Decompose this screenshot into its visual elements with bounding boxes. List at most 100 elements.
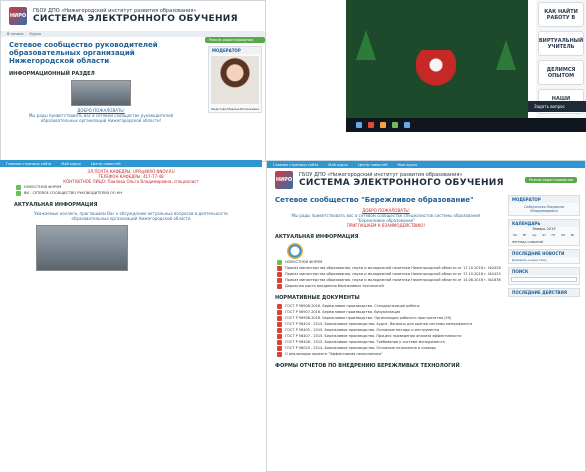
welcome-text-3: Мы рады приветствовать вас в сетевом соо… xyxy=(291,213,481,223)
contact-line: КОНТАКТНОЕ ЛИЦО: Павлова Ольга Владимиро… xyxy=(63,179,199,184)
pdf-icon xyxy=(277,284,282,289)
meeting-photo xyxy=(36,225,128,271)
top-nav-bar: Главная страница сайта Мой курсы Центр н… xyxy=(0,160,262,167)
search-block: ПОИСК xyxy=(508,267,580,285)
screenshot-lean-education: Главная страница сайта Мой курсы Центр н… xyxy=(266,160,586,472)
calendar-block: КАЛЕНДАРЬ Январь 2019 Пн Вт Ср Чт Пт Сб Вс ЛЕГ… xyxy=(508,219,580,246)
app-icon[interactable] xyxy=(392,122,398,128)
pdf-icon xyxy=(277,278,282,283)
community-link[interactable]: ВИ - СЕТЕВОЕ СООБЩЕСТВО РУКОВОДИТЕЛЕЙ ОО… xyxy=(16,191,256,196)
search-header: ПОИСК xyxy=(509,268,579,275)
calendar-grid: Пн Вт Ср Чт Пт Сб Вс xyxy=(509,231,579,239)
invite-text: ПРИГЛАШАЕМ К ВЗАИМОДЕЙСТВИЮ! xyxy=(346,223,426,228)
taskbar xyxy=(346,118,586,132)
edit-mode-button[interactable]: Режим редактирования xyxy=(205,37,265,43)
calendar-day-head: Вт xyxy=(522,233,527,237)
calendar-header: КАЛЕНДАРЬ xyxy=(509,220,579,227)
nav-courses[interactable]: Курсы xyxy=(30,32,41,36)
forum-icon-3 xyxy=(277,260,282,265)
browser-icon[interactable] xyxy=(368,122,374,128)
pdf-icon xyxy=(277,266,282,271)
forum-icon xyxy=(16,185,21,190)
find-job-button[interactable]: КАК НАЙТИ РАБОТУ В xyxy=(538,2,584,27)
calendar-day-head: Ср xyxy=(532,233,537,237)
norm-item[interactable]: ГОСТ Р 56907-2016. Бережливое производст… xyxy=(277,310,505,315)
nav-news-3[interactable]: Центр новостей xyxy=(358,163,388,167)
tree-right xyxy=(496,40,516,70)
pdf-icon xyxy=(277,334,282,339)
moderator-block: МОДЕРАТОР Федотова Марина Витальевна xyxy=(208,46,262,113)
calendar-day-head: Вс xyxy=(570,233,575,237)
calendar-day-head: Пт xyxy=(551,233,556,237)
pdf-icon xyxy=(277,316,282,321)
news-header: ПОСЛЕДНИЕ НОВОСТИ xyxy=(509,250,579,257)
nav-main-3[interactable]: Главная страница сайта xyxy=(273,163,318,167)
norm-item[interactable]: ГОСТ Р 56405 - 2015. Бережливое производ… xyxy=(277,328,505,333)
actual-text: Уважаемые коллеги, приглашаем Вас к обсу… xyxy=(34,211,228,221)
lean-logo xyxy=(287,243,303,259)
nav-main[interactable]: Главная страница сайта xyxy=(6,162,51,166)
actions-block: ПОСЛЕДНИЕ ДЕЙСТВИЯ xyxy=(508,288,580,297)
nav-my-3[interactable]: Мои курсы xyxy=(398,163,418,167)
news-forum-link[interactable]: НОВОСТНОЙ ФОРУМ xyxy=(16,185,256,190)
moderator-header-3: МОДЕРАТОР xyxy=(509,196,579,203)
doc-item[interactable]: Приказ министерства образования, науки и… xyxy=(277,278,505,283)
actual-header: АКТУАЛЬНАЯ ИНФОРМАЦИЯ xyxy=(14,202,98,208)
nav-courses-3[interactable]: Мой курсы xyxy=(328,163,348,167)
header-title: СИСТЕМА ЭЛЕКТРОННОГО ОБУЧЕНИЯ xyxy=(33,14,238,24)
group-photo xyxy=(71,80,131,106)
forms-header: ФОРМЫ ОТЧЕТОВ ПО ВНЕДРЕНИЮ БЕРЕЖЛИВЫХ ТЕ… xyxy=(275,363,460,369)
norm-item[interactable]: ГОСТ Р 56906-2016. Бережливое производст… xyxy=(277,304,505,309)
moderator-name-3: Сайкунская Людмила Владимировна xyxy=(523,205,565,213)
tree-left xyxy=(356,30,376,60)
virtual-teacher-button[interactable]: ВИРТУАЛЬНЫЙ УЧИТЕЛЬ xyxy=(538,31,584,56)
moderator-block-3: МОДЕРАТОР Сайкунская Людмила Владимировн… xyxy=(508,195,580,216)
events-legend: ЛЕГЕНДА СОБЫТИЙ xyxy=(512,240,543,244)
pdf-icon xyxy=(277,340,282,345)
moderator-header: МОДЕРАТОР xyxy=(209,47,261,54)
norm-item[interactable]: ГОСТ Р 56020 - 2014. Бережливое производ… xyxy=(277,346,505,351)
edit-mode-button-3[interactable]: Режим редактирования xyxy=(524,177,577,183)
norm-item[interactable]: ГОСТ Р 56404 - 2015. Бережливое производ… xyxy=(277,322,505,327)
site-header: НИРО ГБОУ ДПО «Нижегородский институт ра… xyxy=(1,1,265,31)
norm-item[interactable]: О реализации проекта "Эффективная поликл… xyxy=(277,352,505,357)
page-title-3: Сетевое сообщество "Бережливое образован… xyxy=(275,196,474,204)
moderator-name: Федотова Марина Витальевна xyxy=(210,107,260,111)
top-nav-bar-3: Главная страница сайта Мой курсы Центр н… xyxy=(267,161,585,168)
calendar-day-head: Чт xyxy=(542,233,546,237)
norm-item[interactable]: ГОСТ Р 56908-2016. Бережливое производст… xyxy=(277,316,505,321)
add-news-link[interactable]: Добавить новую тему xyxy=(509,257,579,263)
nav-home[interactable]: В начало xyxy=(7,32,24,36)
pdf-icon xyxy=(277,352,282,357)
norm-item[interactable]: ГОСТ Р 56406 - 2015. Бережливое производ… xyxy=(277,340,505,345)
actions-header: ПОСЛЕДНИЕ ДЕЙСТВИЯ xyxy=(509,289,579,296)
link-icon xyxy=(16,191,21,196)
calendar-day-head: Пн xyxy=(513,233,518,237)
nav-news[interactable]: Центр новостей xyxy=(91,162,121,166)
ask-question-popup[interactable]: Задать вопрос xyxy=(528,101,586,112)
info-header: ИНФОРМАЦИОННЫЙ РАЗДЕЛ xyxy=(9,71,95,77)
start-icon[interactable] xyxy=(356,122,362,128)
news-forum-3[interactable]: НОВОСТНОЙ ФОРУМ xyxy=(277,260,505,265)
pdf-icon xyxy=(277,328,282,333)
pdf-icon xyxy=(277,346,282,351)
pdf-icon xyxy=(277,322,282,327)
news-block: ПОСЛЕДНИЕ НОВОСТИ Добавить новую тему xyxy=(508,249,580,264)
nav-my-courses[interactable]: Мой курсы xyxy=(61,162,81,166)
norm-item[interactable]: ГОСТ Р 56407 - 2015. Бережливое производ… xyxy=(277,334,505,339)
calendar-day-head: Сб xyxy=(561,233,566,237)
search-input[interactable] xyxy=(511,277,577,282)
folder-icon[interactable] xyxy=(380,122,386,128)
christmas-card-image xyxy=(346,0,528,118)
pdf-icon xyxy=(277,272,282,277)
doc-item[interactable]: Приказ министерства образования, науки и… xyxy=(277,266,505,271)
doc-item[interactable]: Дорожная карта внедрения бережливых техн… xyxy=(277,284,505,289)
screenshot-niro-managers: НИРО ГБОУ ДПО «Нижегородский институт ра… xyxy=(0,0,266,162)
share-experience-button[interactable]: ДЕЛИМСЯ ОПЫТОМ xyxy=(538,60,584,85)
doc-item[interactable]: Приказ министерства образования, науки и… xyxy=(277,272,505,277)
santa-figure xyxy=(416,50,456,100)
header-title-3: СИСТЕМА ЭЛЕКТРОННОГО ОБУЧЕНИЯ xyxy=(299,178,504,188)
word-icon[interactable] xyxy=(404,122,410,128)
niro-logo-3: НИРО xyxy=(275,171,293,189)
norm-header: НОРМАТИВНЫЕ ДОКУМЕНТЫ xyxy=(275,295,360,301)
